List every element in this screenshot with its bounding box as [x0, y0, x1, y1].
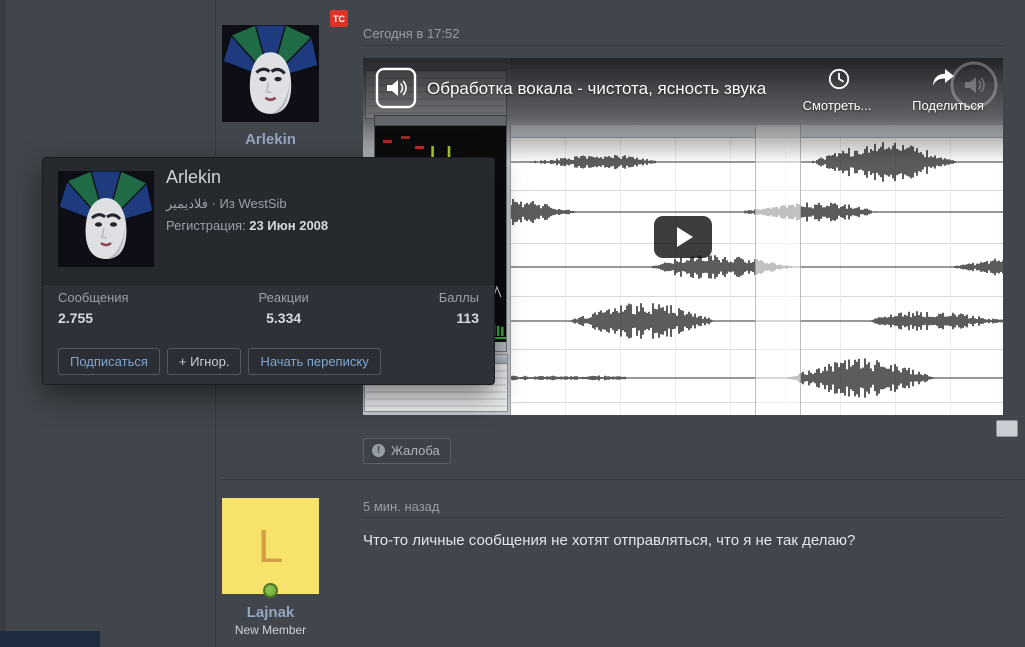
play-icon	[677, 226, 693, 247]
report-label: Жалоба	[391, 443, 440, 458]
post1-divider	[363, 45, 1003, 46]
stat-reactions: Реакции 5.334	[258, 290, 309, 326]
online-status-icon	[263, 583, 278, 598]
avatar-lajnak[interactable]: L	[222, 498, 319, 594]
profile-card-name[interactable]: Arlekin	[166, 167, 221, 188]
avatar-arlekin[interactable]	[222, 25, 319, 122]
post2-divider	[363, 517, 1003, 518]
video-title: Обработка вокала - чистота, ясность звук…	[427, 79, 767, 98]
waveform-selection	[755, 125, 801, 415]
profile-card-subtitle: فلاديمير · Из WestSib	[166, 196, 287, 211]
report-button[interactable]: ! Жалоба	[363, 438, 451, 464]
watch-later-label[interactable]: Смотреть...	[783, 98, 891, 113]
stat-messages: Сообщения 2.755	[58, 290, 129, 326]
jester-avatar-image	[222, 25, 319, 122]
profile-card-actions: Подписаться + Игнор. Начать переписку	[58, 348, 381, 375]
posts-divider	[221, 479, 1025, 480]
username-lajnak[interactable]: Lajnak	[222, 604, 319, 621]
report-icon: !	[372, 444, 385, 457]
follow-button[interactable]: Подписаться	[58, 348, 160, 375]
thread-starter-badge: TC	[330, 10, 348, 27]
ignore-button[interactable]: + Игнор.	[166, 348, 242, 375]
member-profile-tooltip: Arlekin فلاديمير · Из WestSib Регистраци…	[42, 157, 495, 385]
post2-message: Что-то личные сообщения не хотят отправл…	[363, 532, 856, 549]
stat-points: Баллы 113	[438, 290, 479, 326]
post2-timestamp[interactable]: 5 мин. назад	[363, 499, 439, 514]
profile-card-avatar[interactable]	[58, 171, 154, 267]
browser-status-bar	[0, 631, 100, 647]
start-conversation-button[interactable]: Начать переписку	[248, 348, 381, 375]
user-title: New Member	[234, 623, 307, 637]
video-play-button[interactable]	[654, 215, 712, 258]
username-arlekin[interactable]: Arlekin	[222, 131, 319, 148]
post1-timestamp[interactable]: Сегодня в 17:52	[363, 26, 459, 41]
forum-thread-page: TC Arlekin Сегодня в 17:52 Обработка вок…	[0, 0, 1025, 647]
watch-later-icon[interactable]	[828, 68, 850, 90]
quick-nav-button[interactable]	[996, 420, 1018, 437]
avatar-letter: L	[257, 520, 284, 572]
registration-date: 23 Июн 2008	[249, 218, 329, 233]
video-watermark-speaker-icon	[949, 60, 999, 110]
registration-label: Регистрация:	[166, 218, 246, 233]
profile-card-registration: Регистрация: 23 Июн 2008	[166, 218, 328, 233]
jester-avatar-image	[58, 171, 154, 267]
channel-speaker-icon[interactable]	[375, 67, 417, 109]
profile-card-stats: Сообщения 2.755 Реакции 5.334 Баллы 113	[58, 290, 479, 326]
page-left-edge	[0, 0, 6, 647]
